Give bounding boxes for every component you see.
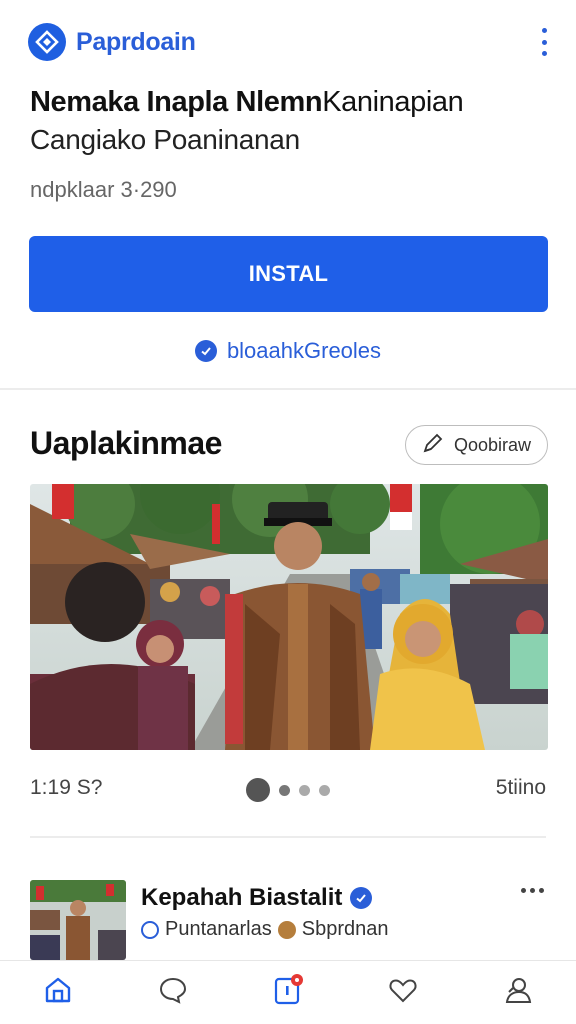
circle-icon bbox=[141, 920, 159, 939]
bottom-nav bbox=[0, 960, 576, 1024]
post-author-name: Kepahah Biastalit bbox=[141, 884, 343, 911]
divider bbox=[0, 388, 576, 390]
gallery-meta: 1:19 S? 5tiino bbox=[30, 776, 546, 802]
notification-icon bbox=[271, 973, 305, 1012]
carousel-dot[interactable] bbox=[319, 784, 330, 796]
gallery-photo[interactable] bbox=[30, 484, 548, 750]
app-subtitle: Cangiako Poaninanan bbox=[30, 124, 300, 155]
app-title-bold: Nemaka Inapla Nlemn bbox=[30, 86, 323, 118]
section-title: Uaplakinmae bbox=[30, 425, 222, 461]
nav-likes[interactable] bbox=[373, 968, 433, 1018]
brand-name: Paprdoain bbox=[76, 27, 196, 56]
top-bar: Paprdoain bbox=[0, 0, 576, 84]
verified-link[interactable]: bloaahkGreoles bbox=[0, 338, 576, 364]
kebab-menu-icon[interactable] bbox=[536, 28, 552, 56]
more-options-icon[interactable] bbox=[521, 888, 544, 893]
user-icon bbox=[502, 974, 534, 1011]
post-sub-right: Sbprdnan bbox=[301, 918, 389, 940]
carousel-dot[interactable] bbox=[279, 784, 290, 796]
home-icon bbox=[42, 974, 74, 1011]
app-meta: ndpklaar 3·290 bbox=[30, 177, 177, 202]
avatar bbox=[277, 920, 296, 939]
post-subline: Puntanarlas Sbprdnan bbox=[141, 918, 389, 941]
post-thumbnail[interactable] bbox=[30, 880, 126, 960]
verified-link-label: bloaahkGreoles bbox=[226, 338, 382, 363]
pencil-icon bbox=[422, 432, 444, 459]
verified-badge-icon bbox=[350, 887, 373, 909]
nav-home[interactable] bbox=[28, 968, 88, 1018]
post-author[interactable]: Kepahah Biastalit bbox=[141, 884, 373, 912]
brand[interactable]: Paprdoain bbox=[28, 23, 196, 61]
install-button[interactable]: INSTAL bbox=[29, 236, 548, 312]
share-button-label: Qoobiraw bbox=[453, 434, 531, 455]
heart-icon bbox=[387, 974, 419, 1011]
check-circle-icon bbox=[194, 340, 217, 362]
diamond-logo-icon bbox=[28, 23, 66, 61]
carousel-dots[interactable] bbox=[246, 778, 330, 802]
nav-notifications[interactable] bbox=[258, 968, 318, 1018]
post-sub-left: Puntanarlas bbox=[165, 918, 272, 940]
app-title: Nemaka Inapla NlemnKaninapian bbox=[30, 84, 560, 120]
divider bbox=[30, 836, 546, 838]
gallery-left-info: 1:19 S? bbox=[30, 776, 103, 799]
gallery-right-info: 5tiino bbox=[495, 776, 546, 799]
chat-icon bbox=[157, 974, 189, 1011]
app-title-rest: Kaninapian bbox=[322, 86, 464, 118]
post-item[interactable]: Kepahah Biastalit Puntanarlas Sbprdnan bbox=[30, 880, 550, 960]
share-button[interactable]: Qoobiraw bbox=[404, 425, 548, 465]
nav-profile[interactable] bbox=[488, 968, 548, 1018]
carousel-dot-active[interactable] bbox=[246, 778, 270, 802]
nav-chat[interactable] bbox=[143, 968, 203, 1018]
carousel-dot[interactable] bbox=[299, 784, 310, 796]
